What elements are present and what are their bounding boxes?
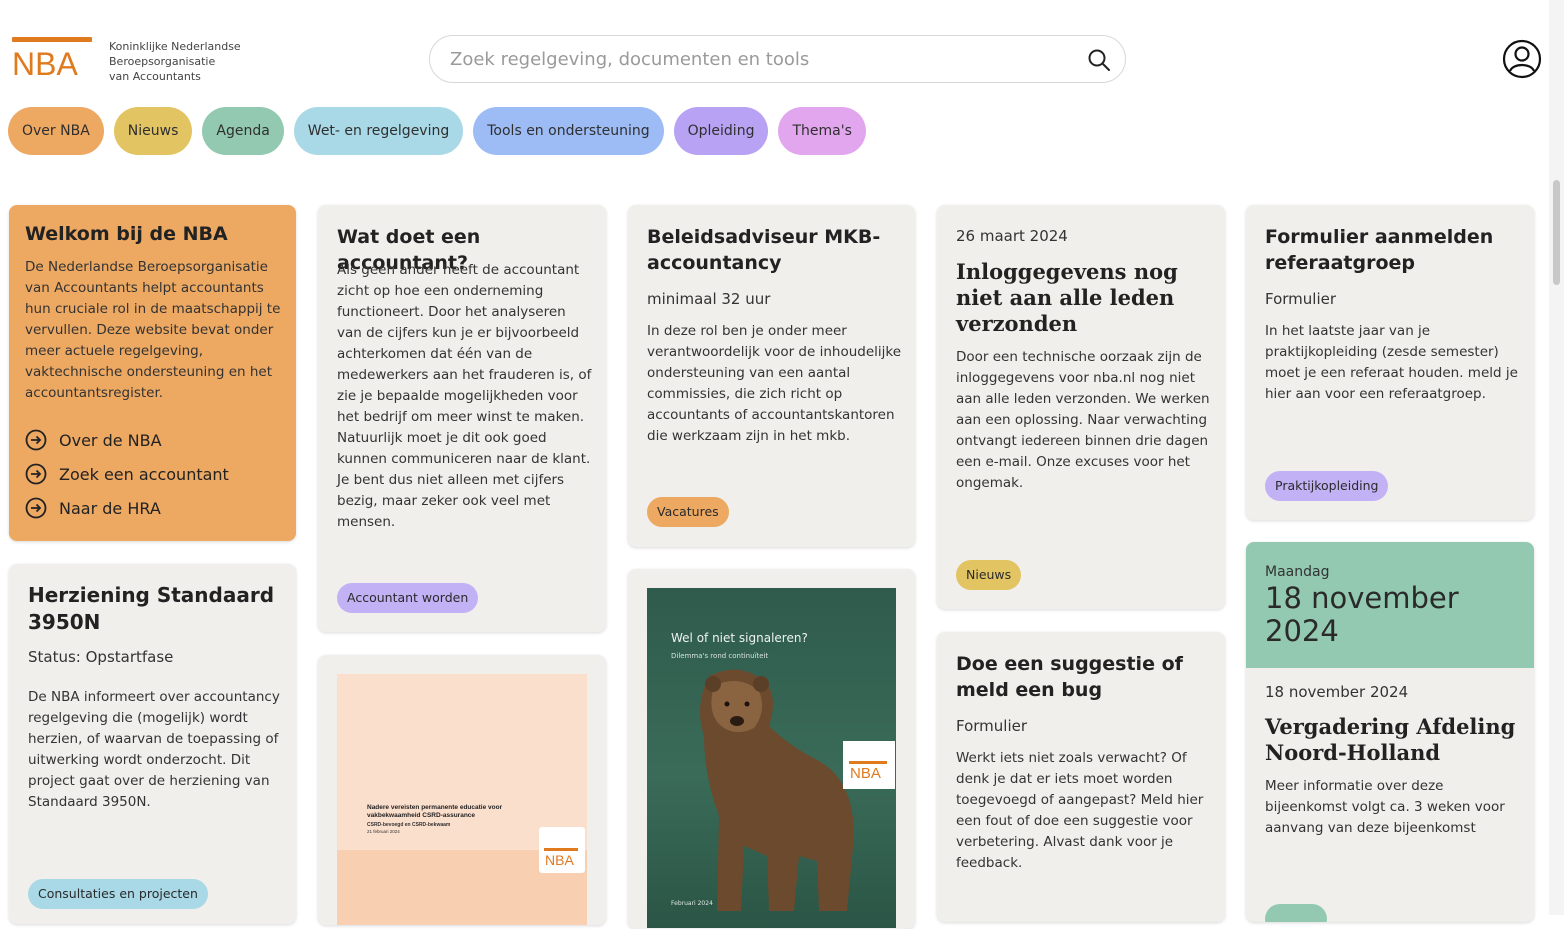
- csrd-cover-image: Nadere vereisten permanente educatie voo…: [337, 674, 587, 925]
- link-label: Zoek een accountant: [59, 464, 229, 484]
- link-label: Over de NBA: [59, 430, 162, 450]
- user-icon[interactable]: [1502, 39, 1542, 79]
- bug-card[interactable]: Doe een suggestie of meld een bug Formul…: [937, 632, 1225, 922]
- event-card[interactable]: Maandag 18 november 2024 18 november 202…: [1246, 542, 1534, 922]
- nav-opleiding[interactable]: Opleiding: [673, 107, 769, 155]
- logo-line-2: Beroepsorganisatie: [109, 55, 216, 68]
- event-date-header: Maandag 18 november 2024: [1246, 542, 1534, 668]
- accountant-card[interactable]: Wat doet een accountant? Als geen ander …: [318, 205, 606, 632]
- link-zoek-een-accountant[interactable]: Zoek een accountant: [25, 457, 229, 491]
- bug-text: Werkt iets niet zoals verwacht? Of denk …: [956, 750, 1204, 871]
- event-text: Meer informatie over deze bijeenkomst vo…: [1265, 778, 1505, 836]
- bear-cover-logo: NBA: [843, 741, 895, 789]
- tag-nieuws[interactable]: Nieuws: [956, 560, 1022, 590]
- formulier-title: Formulier aanmelden referaatgroep: [1265, 226, 1494, 274]
- nav-over-nba[interactable]: Over NBA: [8, 107, 104, 155]
- accountant-text: Als geen ander heeft de accountant zicht…: [337, 262, 592, 530]
- news-card[interactable]: 26 maart 2024 Inloggegevens nog niet aan…: [937, 205, 1225, 609]
- nav-wet-en-regelgeving[interactable]: Wet- en regelgeving: [293, 107, 464, 155]
- nav-themas[interactable]: Thema's: [778, 107, 866, 155]
- cover-logo-word: NBA: [850, 765, 881, 782]
- search-icon[interactable]: [1087, 48, 1111, 72]
- vacature-card[interactable]: Beleidsadviseur MKB-accountancy minimaal…: [628, 205, 915, 547]
- scrollbar-thumb[interactable]: [1553, 180, 1560, 285]
- formulier-sub: Formulier: [1265, 290, 1337, 308]
- bug-sub: Formulier: [956, 717, 1028, 735]
- welcome-card: Welkom bij de NBA De Nederlandse Beroeps…: [9, 205, 296, 541]
- vacature-text: In deze rol ben je onder meer verantwoor…: [647, 323, 902, 444]
- welcome-links: Over de NBA Zoek een accountant Naar de …: [25, 423, 229, 525]
- logo-line-3: van Accountants: [109, 70, 201, 83]
- main-nav: Over NBA Nieuws Agenda Wet- en regelgevi…: [8, 107, 866, 155]
- page-scrollbar[interactable]: [1549, 0, 1564, 915]
- bear-publication-card[interactable]: Wel of niet signaleren? Dilemma's rond c…: [628, 569, 915, 929]
- news-date: 26 maart 2024: [956, 227, 1068, 245]
- logo-tagline: Koninklijke Nederlandse Beroepsorganisat…: [109, 39, 241, 84]
- csrd-cover-subtitle: CSRD-bevoegd en CSRD-bekwaam: [367, 822, 451, 828]
- herziening-card[interactable]: Herziening Standaard 3950N Status: Opsta…: [9, 564, 296, 924]
- vacature-title: Beleidsadviseur MKB-accountancy: [647, 226, 881, 274]
- logo-bar: [12, 37, 92, 42]
- cover-logo-bar: [849, 761, 887, 764]
- link-over-de-nba[interactable]: Over de NBA: [25, 423, 229, 457]
- event-date-big: 18 november 2024: [1265, 581, 1459, 648]
- arrow-right-circle-icon: [25, 429, 47, 451]
- bear-cover-title: Wel of niet signaleren?: [671, 631, 808, 645]
- cover-logo-word: NBA: [545, 852, 574, 868]
- tag-accountant-worden[interactable]: Accountant worden: [337, 583, 479, 613]
- vacature-hours: minimaal 32 uur: [647, 290, 771, 308]
- nav-nieuws[interactable]: Nieuws: [113, 107, 193, 155]
- tag-praktijkopleiding[interactable]: Praktijkopleiding: [1265, 471, 1389, 501]
- formulier-card[interactable]: Formulier aanmelden referaatgroep Formul…: [1246, 205, 1534, 520]
- welcome-text: De Nederlandse Beroepsorganisatie van Ac…: [25, 259, 281, 401]
- nav-agenda[interactable]: Agenda: [202, 107, 284, 155]
- nba-logo[interactable]: NBA Koninklijke Nederlandse Beroepsorgan…: [12, 37, 242, 87]
- csrd-cover-logo: NBA: [539, 827, 585, 873]
- event-weekday: Maandag: [1265, 564, 1330, 580]
- event-tag[interactable]: [1265, 904, 1327, 922]
- csrd-cover-date: 21 februari 2024: [367, 829, 400, 834]
- logo-wordmark: NBA: [12, 46, 78, 82]
- news-text: Door een technische oorzaak zijn de inlo…: [956, 349, 1210, 491]
- tag-consultaties[interactable]: Consultaties en projecten: [28, 879, 208, 909]
- link-naar-de-hra[interactable]: Naar de HRA: [25, 491, 229, 525]
- tag-vacatures[interactable]: Vacatures: [647, 497, 729, 527]
- bear-cover-image: Wel of niet signaleren? Dilemma's rond c…: [647, 588, 896, 928]
- link-label: Naar de HRA: [59, 498, 161, 518]
- formulier-text: In het laatste jaar van je praktijkoplei…: [1265, 323, 1518, 402]
- csrd-publication-card[interactable]: Nadere vereisten permanente educatie voo…: [318, 655, 606, 925]
- bear-illustration: [700, 669, 854, 911]
- herziening-title: Herziening Standaard 3950N: [28, 583, 275, 634]
- bear-cover-date: Februari 2024: [671, 900, 713, 907]
- cover-logo-bar: [544, 848, 578, 851]
- search-bar: [429, 35, 1126, 83]
- news-title: Inloggegevens nog niet aan alle leden ve…: [956, 259, 1178, 336]
- event-title: Vergadering Afdeling Noord-Holland: [1265, 714, 1516, 765]
- welcome-title: Welkom bij de NBA: [25, 223, 228, 245]
- event-date: 18 november 2024: [1265, 683, 1409, 701]
- nav-tools-en-ondersteuning[interactable]: Tools en ondersteuning: [473, 107, 664, 155]
- csrd-cover-title: Nadere vereisten permanente educatie voo…: [367, 804, 503, 819]
- arrow-right-circle-icon: [25, 497, 47, 519]
- herziening-text: De NBA informeert over accountancy regel…: [28, 689, 280, 810]
- bug-title: Doe een suggestie of meld een bug: [956, 653, 1183, 701]
- herziening-status: Status: Opstartfase: [28, 648, 174, 666]
- logo-line-1: Koninklijke Nederlandse: [109, 40, 241, 53]
- arrow-right-circle-icon: [25, 463, 47, 485]
- search-input[interactable]: [448, 44, 1068, 74]
- bear-cover-subtitle: Dilemma's rond continuïteit: [671, 652, 769, 660]
